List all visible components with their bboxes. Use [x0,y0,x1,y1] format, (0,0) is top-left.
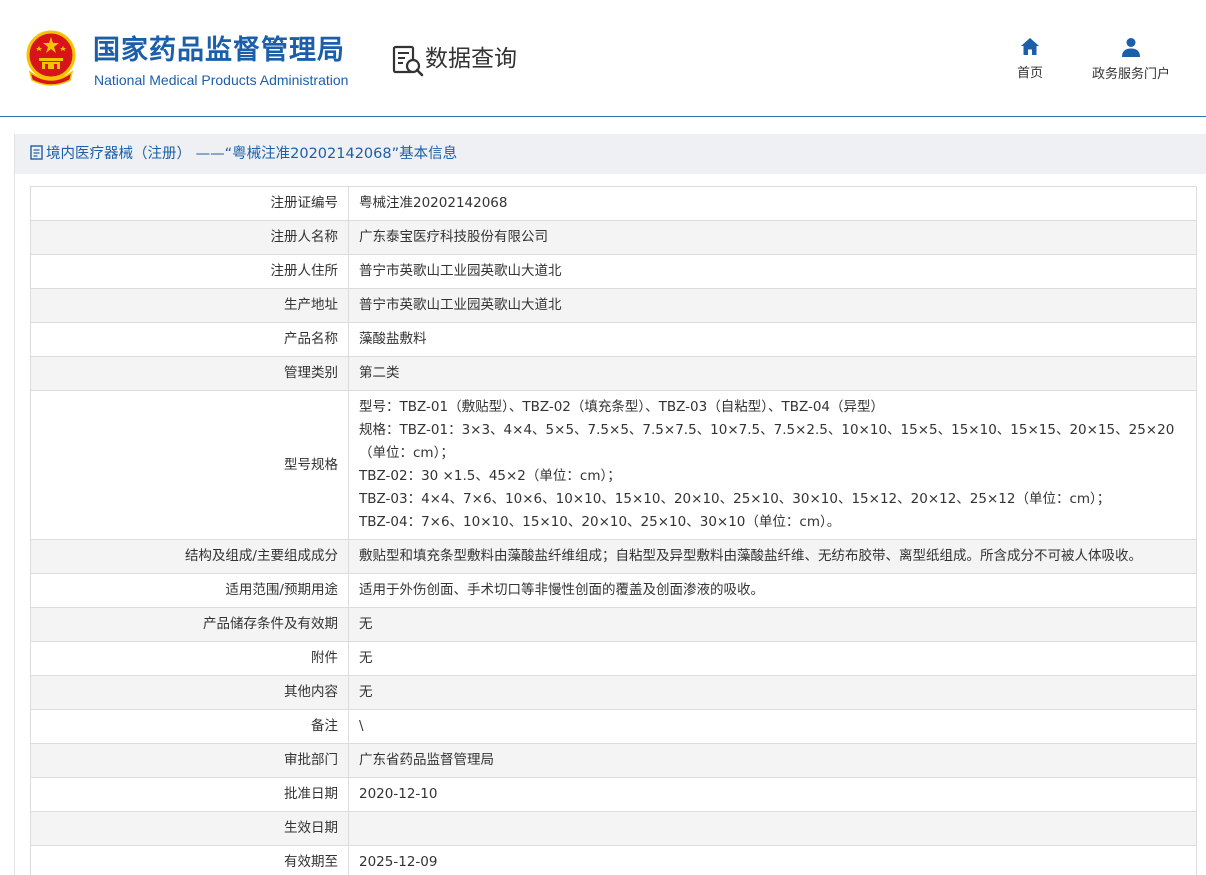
table-row: 注册证编号 粤械注准20202142068 [30,186,1197,221]
row-label: 附件 [30,641,349,676]
row-label: 备注 [30,709,349,744]
row-label: 其他内容 [30,675,349,710]
row-value: 第二类 [348,356,1197,391]
row-value: 普宁市英歌山工业园英歌山大道北 [348,288,1197,323]
row-value: 普宁市英歌山工业园英歌山大道北 [348,254,1197,289]
row-label: 注册人名称 [30,220,349,255]
row-label: 生效日期 [30,811,349,846]
table-row: 管理类别 第二类 [30,356,1197,391]
row-label: 注册人住所 [30,254,349,289]
table-row: 生产地址 普宁市英歌山工业园英歌山大道北 [30,288,1197,323]
spec-line: TBZ-02：30 ×1.5、45×2（单位：cm）； [359,468,621,484]
user-icon [1122,38,1140,57]
table-row: 结构及组成/主要组成成分 敷贴型和填充条型敷料由藻酸盐纤维组成；自粘型及异型敷料… [30,539,1197,574]
row-label: 批准日期 [30,777,349,812]
table-row: 产品名称 藻酸盐敷料 [30,322,1197,357]
table-row: 审批部门 广东省药品监督管理局 [30,743,1197,778]
site-subtitle: National Medical Products Administration [94,72,349,88]
section-title-text: 境内医疗器械（注册） ——“粤械注准20202142068”基本信息 [46,146,458,162]
table-row: 型号规格 型号：TBZ-01（敷贴型）、TBZ-02（填充条型）、TBZ-03（… [30,390,1197,540]
row-value: \ [348,709,1197,744]
spec-line: 规格：TBZ-01：3×3、4×4、5×5、7.5×5、7.5×7.5、10×7… [359,422,1175,461]
row-label: 产品储存条件及有效期 [30,607,349,642]
table-row: 产品储存条件及有效期 无 [30,607,1197,642]
row-value: 广东省药品监督管理局 [348,743,1197,778]
nav-service-portal-label: 政务服务门户 [1091,67,1170,82]
row-label: 有效期至 [30,845,349,875]
table-row: 生效日期 [30,811,1197,846]
row-value: 广东泰宝医疗科技股份有限公司 [348,220,1197,255]
spec-line: TBZ-03：4×4、7×6、10×6、10×10、15×10、20×10、25… [359,491,1111,507]
row-label: 产品名称 [30,322,349,357]
table-row: 注册人名称 广东泰宝医疗科技股份有限公司 [30,220,1197,255]
row-label: 生产地址 [30,288,349,323]
row-label: 适用范围/预期用途 [30,573,349,608]
table-row: 有效期至 2025-12-09 [30,845,1197,875]
nav-home-label: 首页 [1016,66,1043,81]
nav-service-portal-link[interactable]: 政务服务门户 [1081,37,1181,84]
registration-detail-table: 注册证编号 粤械注准20202142068 注册人名称 广东泰宝医疗科技股份有限… [30,186,1197,875]
table-row: 备注 \ [30,709,1197,744]
site-header: 国家药品监督管理局 National Medical Products Admi… [0,0,1206,118]
table-row: 批准日期 2020-12-10 [30,777,1197,812]
row-label: 注册证编号 [30,186,349,221]
model-spec-value: 型号：TBZ-01（敷贴型）、TBZ-02（填充条型）、TBZ-03（自粘型）、… [348,390,1197,540]
row-value: 无 [348,675,1197,710]
table-row: 其他内容 无 [30,675,1197,710]
row-value: 2020-12-10 [348,777,1197,812]
row-value: 2025-12-09 [348,845,1197,875]
table-row: 注册人住所 普宁市英歌山工业园英歌山大道北 [30,254,1197,289]
nav-home-link[interactable]: 首页 [980,37,1080,83]
row-value [348,811,1197,846]
detail-panel: 境内医疗器械（注册） ——“粤械注准20202142068”基本信息 注册证编号… [14,134,1206,875]
row-value: 无 [348,607,1197,642]
document-icon [30,145,43,160]
table-row: 附件 无 [30,641,1197,676]
row-value: 敷贴型和填充条型敷料由藻酸盐纤维组成；自粘型及异型敷料由藻酸盐纤维、无纺布胶带、… [348,539,1197,574]
row-value: 适用于外伤创面、手术切口等非慢性创面的覆盖及创面渗液的吸收。 [348,573,1197,608]
table-row: 适用范围/预期用途 适用于外伤创面、手术切口等非慢性创面的覆盖及创面渗液的吸收。 [30,573,1197,608]
spec-line: TBZ-04：7×6、10×10、15×10、20×10、25×10、30×10… [359,514,841,530]
header-divider [0,116,1206,117]
home-icon [1021,38,1039,55]
section-header: 境内医疗器械（注册） ——“粤械注准20202142068”基本信息 [15,134,1206,174]
data-query-icon [392,45,424,77]
row-label: 型号规格 [30,390,349,540]
row-label: 管理类别 [30,356,349,391]
row-value: 粤械注准20202142068 [348,186,1197,221]
site-title: 国家药品监督管理局 [93,35,345,66]
spec-line: 型号：TBZ-01（敷贴型）、TBZ-02（填充条型）、TBZ-03（自粘型）、… [359,399,885,415]
row-label: 审批部门 [30,743,349,778]
row-value: 无 [348,641,1197,676]
section-title: 境内医疗器械（注册） ——“粤械注准20202142068”基本信息 [30,145,457,163]
data-query-title: 数据查询 [425,46,517,72]
row-label: 结构及组成/主要组成成分 [30,539,349,574]
national-emblem-icon [26,30,76,86]
row-value: 藻酸盐敷料 [348,322,1197,357]
